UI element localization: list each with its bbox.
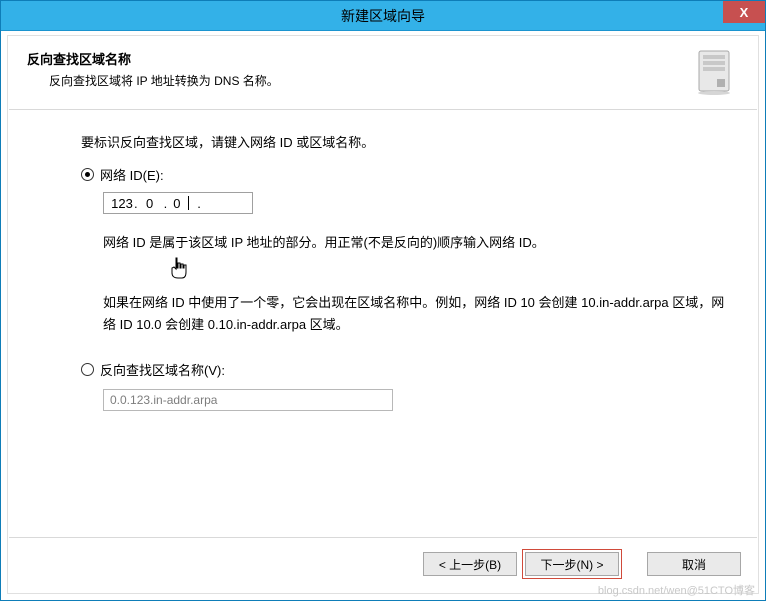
ip-dot-2: . bbox=[164, 196, 168, 211]
cancel-button[interactable]: 取消 bbox=[647, 552, 741, 576]
spacer bbox=[627, 552, 639, 576]
form-intro: 要标识反向查找区域，请键入网络 ID 或区域名称。 bbox=[81, 132, 729, 151]
footer-button-row: < 上一步(B) 下一步(N) > 取消 bbox=[9, 538, 757, 592]
wizard-window: 新建区域向导 X 反向查找区域名称 反向查找区域将 IP 地址转换为 DNS 名… bbox=[0, 0, 766, 601]
zone-name-value: 0.0.123.in-addr.arpa bbox=[110, 393, 217, 407]
radio-zone-name[interactable] bbox=[81, 363, 94, 376]
text-caret bbox=[188, 196, 189, 210]
radio-network-id[interactable] bbox=[81, 168, 94, 181]
form-area: 要标识反向查找区域，请键入网络 ID 或区域名称。 网络 ID(E): 123 … bbox=[9, 110, 757, 537]
close-button[interactable]: X bbox=[723, 1, 765, 23]
close-icon: X bbox=[740, 5, 749, 20]
network-id-help-1: 网络 ID 是属于该区域 IP 地址的部分。用正常(不是反向的)顺序输入网络 I… bbox=[103, 232, 729, 254]
network-id-label: 网络 ID(E): bbox=[100, 165, 164, 184]
page-header: 反向查找区域名称 反向查找区域将 IP 地址转换为 DNS 名称。 bbox=[9, 35, 757, 109]
network-id-radio-row[interactable]: 网络 ID(E): bbox=[81, 165, 729, 184]
window-title: 新建区域向导 bbox=[1, 6, 765, 26]
back-button[interactable]: < 上一步(B) bbox=[423, 552, 517, 576]
ip-octet-1: 123 bbox=[110, 196, 134, 211]
header-text-block: 反向查找区域名称 反向查找区域将 IP 地址转换为 DNS 名称。 bbox=[27, 49, 695, 89]
network-id-help-2: 如果在网络 ID 中使用了一个零，它会出现在区域名称中。例如，网络 ID 10 … bbox=[103, 292, 729, 336]
ip-dot-3: . bbox=[197, 196, 201, 211]
next-button[interactable]: 下一步(N) > bbox=[525, 552, 619, 576]
server-icon bbox=[695, 49, 733, 95]
ip-octet-3: 0 bbox=[173, 196, 187, 211]
ip-octet-2: 0 bbox=[138, 196, 162, 211]
help-text-1: 网络 ID 是属于该区域 IP 地址的部分。用正常(不是反向的)顺序输入网络 I… bbox=[103, 235, 545, 250]
titlebar: 新建区域向导 X bbox=[1, 1, 765, 31]
zone-name-input[interactable]: 0.0.123.in-addr.arpa bbox=[103, 389, 393, 411]
page-subtitle: 反向查找区域将 IP 地址转换为 DNS 名称。 bbox=[27, 72, 695, 89]
ip-input-row: 123 . 0 . 0 . bbox=[103, 192, 729, 214]
network-id-input[interactable]: 123 . 0 . 0 . bbox=[103, 192, 253, 214]
page-title: 反向查找区域名称 bbox=[27, 49, 695, 68]
zone-name-label: 反向查找区域名称(V): bbox=[100, 360, 225, 379]
pointer-cursor-icon bbox=[169, 256, 189, 291]
zone-name-radio-row[interactable]: 反向查找区域名称(V): bbox=[81, 360, 729, 379]
wizard-body: 反向查找区域名称 反向查找区域将 IP 地址转换为 DNS 名称。 要标识反向查… bbox=[1, 31, 765, 600]
